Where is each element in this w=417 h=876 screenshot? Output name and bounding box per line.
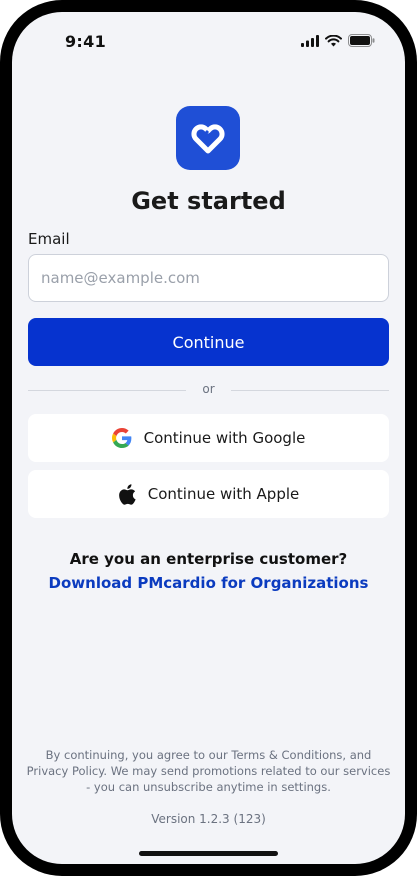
or-divider: or bbox=[28, 382, 389, 398]
google-button-label: Continue with Google bbox=[143, 429, 306, 447]
enterprise-question: Are you an enterprise customer? bbox=[69, 550, 348, 568]
version-label: Version 1.2.3 (123) bbox=[151, 812, 266, 826]
app-logo bbox=[176, 106, 240, 170]
continue-with-google-button[interactable]: Continue with Google bbox=[28, 414, 389, 462]
organizations-download-link[interactable]: Download PMcardio for Organizations bbox=[12, 574, 405, 592]
status-icons bbox=[301, 34, 375, 47]
divider-text: or bbox=[202, 382, 215, 396]
home-indicator bbox=[139, 851, 278, 856]
phone-frame: 9:41 Get started Email name@example.com … bbox=[0, 0, 417, 876]
google-icon bbox=[111, 428, 132, 448]
continue-with-apple-button[interactable]: Continue with Apple bbox=[28, 470, 389, 518]
page-title: Get started bbox=[131, 187, 286, 215]
wifi-icon bbox=[325, 34, 342, 46]
status-time: 9:41 bbox=[65, 32, 106, 51]
email-label: Email bbox=[28, 230, 70, 248]
continue-button[interactable]: Continue bbox=[28, 318, 389, 366]
email-input[interactable] bbox=[28, 254, 389, 302]
signal-icon bbox=[301, 34, 319, 47]
legal-notice: By continuing, you agree to our Terms & … bbox=[26, 748, 391, 794]
apple-button-label: Continue with Apple bbox=[147, 485, 300, 503]
battery-icon bbox=[348, 34, 375, 47]
apple-icon bbox=[118, 483, 136, 505]
screen: 9:41 Get started Email name@example.com … bbox=[12, 12, 405, 864]
divider-line-right bbox=[231, 390, 389, 391]
heart-logo-icon bbox=[191, 124, 225, 154]
